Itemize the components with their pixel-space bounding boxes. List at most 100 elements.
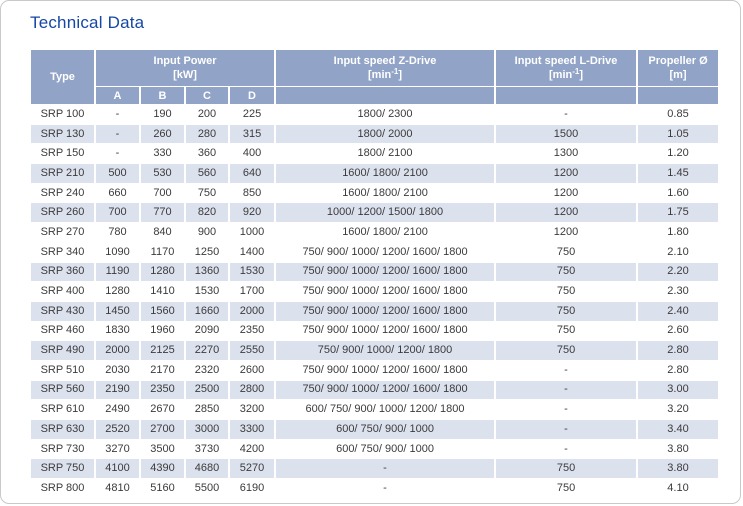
- cell-d: 3200: [229, 400, 275, 420]
- cell-prop: 2.30: [637, 282, 719, 302]
- propeller-label: Propeller Ø: [638, 54, 718, 68]
- subheader-empty-z: [275, 87, 495, 105]
- cell-c: 750: [185, 183, 229, 203]
- cell-z: -: [275, 459, 495, 479]
- cell-a: 1830: [95, 321, 140, 341]
- cell-c: 2270: [185, 341, 229, 361]
- cell-b: 2700: [140, 420, 185, 440]
- cell-z: 750/ 900/ 1000/ 1200/ 1600/ 1800: [275, 360, 495, 380]
- cell-d: 3300: [229, 420, 275, 440]
- cell-d: 1700: [229, 282, 275, 302]
- col-header-d: D: [229, 87, 275, 105]
- cell-d: 2600: [229, 360, 275, 380]
- cell-z: -: [275, 479, 495, 499]
- cell-z: 750/ 900/ 1000/ 1200/ 1600/ 1800: [275, 301, 495, 321]
- cell-d: 640: [229, 164, 275, 184]
- cell-l: 1200: [495, 164, 637, 184]
- cell-a: 1090: [95, 242, 140, 262]
- table-row: SRP 5602190235025002800750/ 900/ 1000/ 1…: [30, 380, 719, 400]
- cell-d: 850: [229, 183, 275, 203]
- cell-prop: 1.45: [637, 164, 719, 184]
- page-container: Technical Data Type Input Power [kW] Inp…: [0, 0, 741, 504]
- cell-d: 5270: [229, 459, 275, 479]
- cell-c: 820: [185, 203, 229, 223]
- cell-b: 2350: [140, 380, 185, 400]
- cell-b: 840: [140, 223, 185, 243]
- cell-z: 1600/ 1800/ 2100: [275, 164, 495, 184]
- table-row: SRP 4301450156016602000750/ 900/ 1000/ 1…: [30, 301, 719, 321]
- cell-l: -: [495, 400, 637, 420]
- cell-a: 4100: [95, 459, 140, 479]
- cell-type: SRP 730: [30, 439, 95, 459]
- cell-type: SRP 130: [30, 124, 95, 144]
- cell-prop: 1.05: [637, 124, 719, 144]
- cell-type: SRP 270: [30, 223, 95, 243]
- cell-prop: 3.80: [637, 459, 719, 479]
- cell-b: 1280: [140, 262, 185, 282]
- col-header-l-drive: Input speed L-Drive [min-1]: [495, 50, 637, 87]
- cell-a: 2190: [95, 380, 140, 400]
- cell-prop: 1.75: [637, 203, 719, 223]
- cell-prop: 2.40: [637, 301, 719, 321]
- cell-z: 750/ 900/ 1000/ 1200/ 1800: [275, 341, 495, 361]
- cell-z: 600/ 750/ 900/ 1000: [275, 439, 495, 459]
- col-header-b: B: [140, 87, 185, 105]
- cell-prop: 1.80: [637, 223, 719, 243]
- cell-z: 750/ 900/ 1000/ 1200/ 1600/ 1800: [275, 321, 495, 341]
- cell-prop: 2.60: [637, 321, 719, 341]
- cell-l: -: [495, 105, 637, 125]
- cell-l: 1500: [495, 124, 637, 144]
- table-row: SRP 4001280141015301700750/ 900/ 1000/ 1…: [30, 282, 719, 302]
- cell-d: 2550: [229, 341, 275, 361]
- table-row: SRP 130-2602803151800/ 200015001.05: [30, 124, 719, 144]
- cell-z: 1800/ 2300: [275, 105, 495, 125]
- cell-d: 315: [229, 124, 275, 144]
- cell-type: SRP 240: [30, 183, 95, 203]
- cell-type: SRP 630: [30, 420, 95, 440]
- cell-d: 1530: [229, 262, 275, 282]
- cell-c: 200: [185, 105, 229, 125]
- cell-prop: 2.20: [637, 262, 719, 282]
- cell-type: SRP 340: [30, 242, 95, 262]
- table-row: SRP 5102030217023202600750/ 900/ 1000/ 1…: [30, 360, 719, 380]
- cell-d: 400: [229, 144, 275, 164]
- col-header-type: Type: [30, 50, 95, 105]
- cell-type: SRP 360: [30, 262, 95, 282]
- col-header-a: A: [95, 87, 140, 105]
- col-header-c: C: [185, 87, 229, 105]
- cell-c: 360: [185, 144, 229, 164]
- cell-type: SRP 150: [30, 144, 95, 164]
- input-power-label: Input Power: [96, 54, 274, 68]
- cell-type: SRP 560: [30, 380, 95, 400]
- cell-b: 1410: [140, 282, 185, 302]
- cell-type: SRP 610: [30, 400, 95, 420]
- cell-prop: 3.00: [637, 380, 719, 400]
- l-drive-unit: [min-1]: [496, 68, 636, 82]
- cell-d: 920: [229, 203, 275, 223]
- table-row: SRP 150-3303604001800/ 210013001.20: [30, 144, 719, 164]
- cell-prop: 2.80: [637, 341, 719, 361]
- cell-c: 1250: [185, 242, 229, 262]
- cell-d: 225: [229, 105, 275, 125]
- cell-l: -: [495, 439, 637, 459]
- cell-c: 3730: [185, 439, 229, 459]
- cell-a: 2520: [95, 420, 140, 440]
- cell-l: -: [495, 360, 637, 380]
- cell-c: 280: [185, 124, 229, 144]
- cell-z: 1800/ 2000: [275, 124, 495, 144]
- cell-l: 750: [495, 479, 637, 499]
- cell-d: 2000: [229, 301, 275, 321]
- cell-a: -: [95, 105, 140, 125]
- cell-l: 750: [495, 321, 637, 341]
- cell-b: 1560: [140, 301, 185, 321]
- cell-c: 5500: [185, 479, 229, 499]
- cell-type: SRP 400: [30, 282, 95, 302]
- l-drive-label: Input speed L-Drive: [496, 54, 636, 68]
- table-row: SRP 2406607007508501600/ 1800/ 210012001…: [30, 183, 719, 203]
- cell-a: 1280: [95, 282, 140, 302]
- cell-z: 600/ 750/ 900/ 1000: [275, 420, 495, 440]
- cell-z: 750/ 900/ 1000/ 1200/ 1600/ 1800: [275, 262, 495, 282]
- cell-b: 2170: [140, 360, 185, 380]
- technical-data-table: Type Input Power [kW] Input speed Z-Driv…: [29, 49, 720, 499]
- cell-z: 750/ 900/ 1000/ 1200/ 1600/ 1800: [275, 380, 495, 400]
